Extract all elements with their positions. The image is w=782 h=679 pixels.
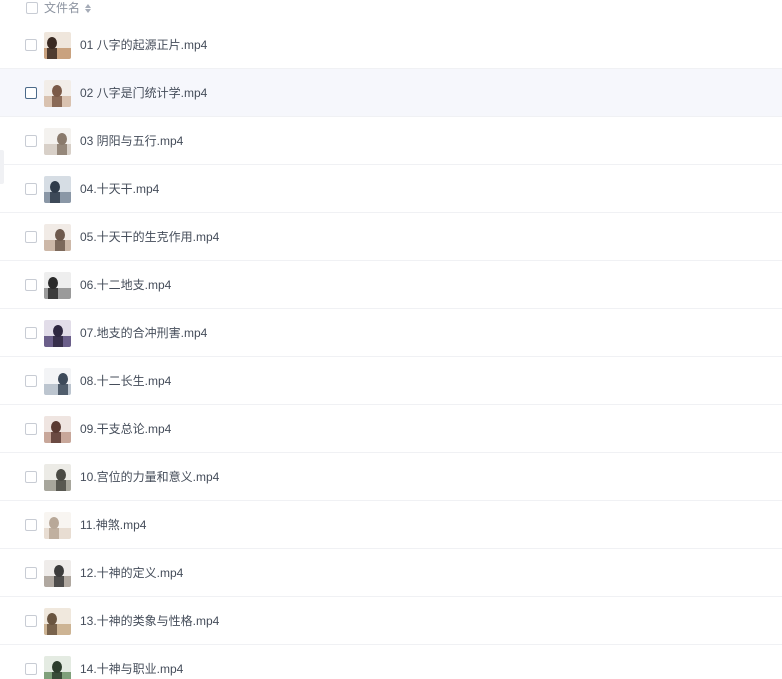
file-row[interactable]: 07.地支的合冲刑害.mp4 [0, 309, 782, 357]
file-row[interactable]: 08.十二长生.mp4 [0, 357, 782, 405]
file-name[interactable]: 13.十神的类象与性格.mp4 [80, 613, 219, 629]
row-checkbox[interactable] [25, 39, 37, 51]
video-thumbnail-icon[interactable] [44, 560, 71, 587]
video-thumbnail-icon[interactable] [44, 608, 71, 635]
row-checkbox[interactable] [25, 567, 37, 579]
file-name[interactable]: 11.神煞.mp4 [80, 517, 146, 533]
filename-column-header[interactable]: 文件名 [44, 0, 92, 16]
row-checkbox[interactable] [25, 231, 37, 243]
file-row[interactable]: 01 八字的起源正片.mp4 [0, 21, 782, 69]
file-row[interactable]: 14.十神与职业.mp4 [0, 645, 782, 679]
video-thumbnail-icon[interactable] [44, 368, 71, 395]
file-name[interactable]: 10.宫位的力量和意义.mp4 [80, 469, 219, 485]
file-row[interactable]: 13.十神的类象与性格.mp4 [0, 597, 782, 645]
row-checkbox[interactable] [25, 279, 37, 291]
row-checkbox[interactable] [25, 183, 37, 195]
file-name[interactable]: 01 八字的起源正片.mp4 [80, 37, 207, 53]
file-row[interactable]: 02 八字是门统计学.mp4 [0, 69, 782, 117]
file-row[interactable]: 05.十天干的生克作用.mp4 [0, 213, 782, 261]
video-thumbnail-icon[interactable] [44, 512, 71, 539]
file-name[interactable]: 06.十二地支.mp4 [80, 277, 171, 293]
file-list-page: 文件名 01 八字的起源正片.mp4 02 八字是门统计学.mp4 03 阴阳与五行… [0, 0, 782, 679]
file-list-header: 文件名 [0, 0, 782, 16]
video-thumbnail-icon[interactable] [44, 80, 71, 107]
row-checkbox[interactable] [25, 423, 37, 435]
file-name[interactable]: 09.干支总论.mp4 [80, 421, 171, 437]
row-checkbox[interactable] [25, 87, 37, 99]
file-name[interactable]: 03 阴阳与五行.mp4 [80, 133, 183, 149]
row-checkbox[interactable] [25, 519, 37, 531]
file-name[interactable]: 07.地支的合冲刑害.mp4 [80, 325, 207, 341]
row-checkbox[interactable] [25, 135, 37, 147]
file-row[interactable]: 10.宫位的力量和意义.mp4 [0, 453, 782, 501]
file-name[interactable]: 08.十二长生.mp4 [80, 373, 171, 389]
video-thumbnail-icon[interactable] [44, 224, 71, 251]
sort-updown-icon[interactable] [85, 2, 92, 14]
row-checkbox[interactable] [25, 327, 37, 339]
row-checkbox[interactable] [25, 615, 37, 627]
row-checkbox[interactable] [25, 471, 37, 483]
row-checkbox[interactable] [25, 663, 37, 675]
file-name[interactable]: 12.十神的定义.mp4 [80, 565, 183, 581]
file-name[interactable]: 02 八字是门统计学.mp4 [80, 85, 207, 101]
file-row[interactable]: 06.十二地支.mp4 [0, 261, 782, 309]
row-checkbox[interactable] [25, 375, 37, 387]
select-all-checkbox[interactable] [26, 2, 38, 14]
file-row[interactable]: 11.神煞.mp4 [0, 501, 782, 549]
file-name[interactable]: 04.十天干.mp4 [80, 181, 159, 197]
video-thumbnail-icon[interactable] [44, 320, 71, 347]
file-name[interactable]: 14.十神与职业.mp4 [80, 661, 183, 677]
file-row[interactable]: 03 阴阳与五行.mp4 [0, 117, 782, 165]
video-thumbnail-icon[interactable] [44, 656, 71, 679]
video-thumbnail-icon[interactable] [44, 416, 71, 443]
video-thumbnail-icon[interactable] [44, 32, 71, 59]
video-thumbnail-icon[interactable] [44, 272, 71, 299]
video-thumbnail-icon[interactable] [44, 128, 71, 155]
file-row[interactable]: 09.干支总论.mp4 [0, 405, 782, 453]
filename-column-label: 文件名 [44, 1, 81, 15]
video-thumbnail-icon[interactable] [44, 464, 71, 491]
video-thumbnail-icon[interactable] [44, 176, 71, 203]
file-row[interactable]: 04.十天干.mp4 [0, 165, 782, 213]
file-list: 01 八字的起源正片.mp4 02 八字是门统计学.mp4 03 阴阳与五行.mp4… [0, 21, 782, 679]
file-row[interactable]: 12.十神的定义.mp4 [0, 549, 782, 597]
file-name[interactable]: 05.十天干的生克作用.mp4 [80, 229, 219, 245]
